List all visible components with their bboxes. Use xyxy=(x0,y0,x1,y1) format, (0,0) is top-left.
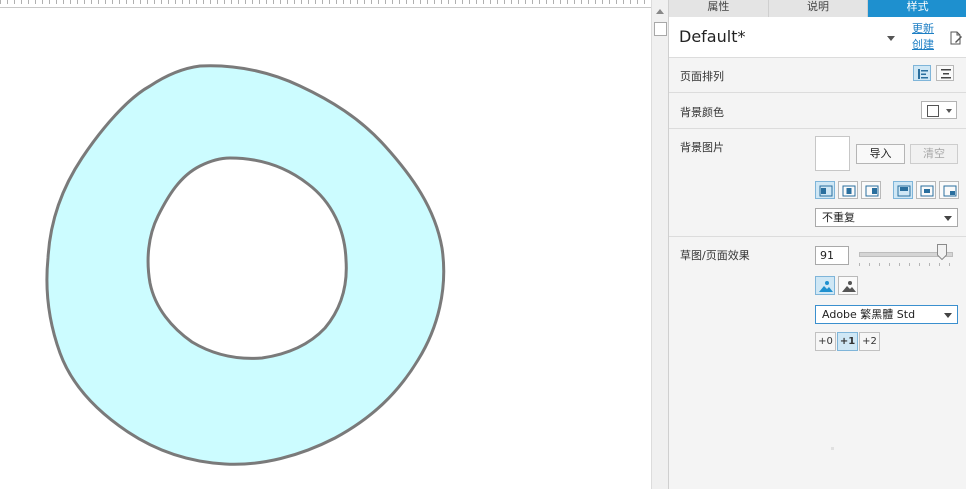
slider-handle[interactable] xyxy=(936,244,947,260)
image-align-left-button[interactable] xyxy=(815,181,835,199)
page-style-select[interactable]: Default* xyxy=(679,27,745,46)
slider-ticks xyxy=(859,263,951,266)
align-left-icon xyxy=(918,69,928,79)
clear-image-button[interactable]: 清空 xyxy=(910,144,958,164)
image-repeat-select[interactable]: 不重复 xyxy=(815,208,958,227)
chevron-down-icon xyxy=(944,313,952,318)
edit-style-icon[interactable] xyxy=(949,31,963,45)
top-ruler xyxy=(0,0,651,8)
align-left-button[interactable] xyxy=(913,65,931,81)
sketch-font-value: Adobe 繁黑體 Std xyxy=(822,308,916,321)
scroll-up-arrow-icon[interactable] xyxy=(656,9,664,14)
image-align-top-icon xyxy=(897,185,911,197)
tab-notes[interactable]: 说明 xyxy=(768,0,869,17)
image-align-center-button[interactable] xyxy=(838,181,858,199)
page-style-row: Default* 更新 创建 xyxy=(669,17,966,58)
sketchiness-input[interactable]: 91 xyxy=(815,246,849,265)
image-align-center-icon xyxy=(842,185,856,197)
design-canvas[interactable] xyxy=(0,8,651,489)
image-align-middle-button[interactable] xyxy=(916,181,936,199)
page-align-label: 页面排列 xyxy=(680,70,724,83)
grayscale-mode-button[interactable] xyxy=(838,276,858,295)
background-color-picker[interactable] xyxy=(921,101,957,119)
tab-properties[interactable]: 属性 xyxy=(669,0,769,17)
sketch-effect-label: 草图/页面效果 xyxy=(680,249,750,262)
line-offset-2-button[interactable]: +2 xyxy=(859,332,880,351)
import-image-button[interactable]: 导入 xyxy=(856,144,905,164)
background-color-label: 背景颜色 xyxy=(680,106,724,119)
color-mode-button[interactable] xyxy=(815,276,835,295)
line-offset-1-button[interactable]: +1 xyxy=(837,332,858,351)
background-image-label: 背景图片 xyxy=(680,141,724,154)
color-image-icon xyxy=(819,281,833,292)
image-align-middle-icon xyxy=(920,185,934,197)
donut-shape[interactable] xyxy=(0,8,651,489)
tab-style[interactable]: 样式 xyxy=(868,0,966,17)
inspector-tabs: 属性 说明 样式 xyxy=(669,0,966,17)
scroll-thumb[interactable] xyxy=(654,22,667,36)
inspector-panel: 属性 说明 样式 Default* 更新 创建 页面排列 背景颜色 背景图片 导… xyxy=(668,0,966,489)
grayscale-image-icon xyxy=(842,281,856,292)
chevron-down-icon xyxy=(946,109,952,113)
panel-dot xyxy=(831,447,834,450)
page-align-section: 页面排列 xyxy=(669,58,966,93)
image-align-right-button[interactable] xyxy=(861,181,881,199)
create-style-link[interactable]: 创建 xyxy=(912,36,934,52)
image-align-left-icon xyxy=(819,185,833,197)
image-repeat-value: 不重复 xyxy=(822,211,855,224)
image-align-right-icon xyxy=(865,185,879,197)
line-offset-0-button[interactable]: +0 xyxy=(815,332,836,351)
align-center-button[interactable] xyxy=(936,65,954,81)
vertical-scrollbar[interactable] xyxy=(651,0,668,489)
image-align-bottom-icon xyxy=(943,185,957,197)
image-align-bottom-button[interactable] xyxy=(939,181,959,199)
align-center-icon xyxy=(941,69,951,79)
image-align-top-button[interactable] xyxy=(893,181,913,199)
sketch-font-select[interactable]: Adobe 繁黑體 Std xyxy=(815,305,958,324)
chevron-down-icon xyxy=(944,216,952,221)
color-swatch xyxy=(927,105,939,117)
update-style-link[interactable]: 更新 xyxy=(912,20,934,36)
background-image-preview[interactable] xyxy=(815,136,850,171)
chevron-down-icon[interactable] xyxy=(887,36,895,41)
